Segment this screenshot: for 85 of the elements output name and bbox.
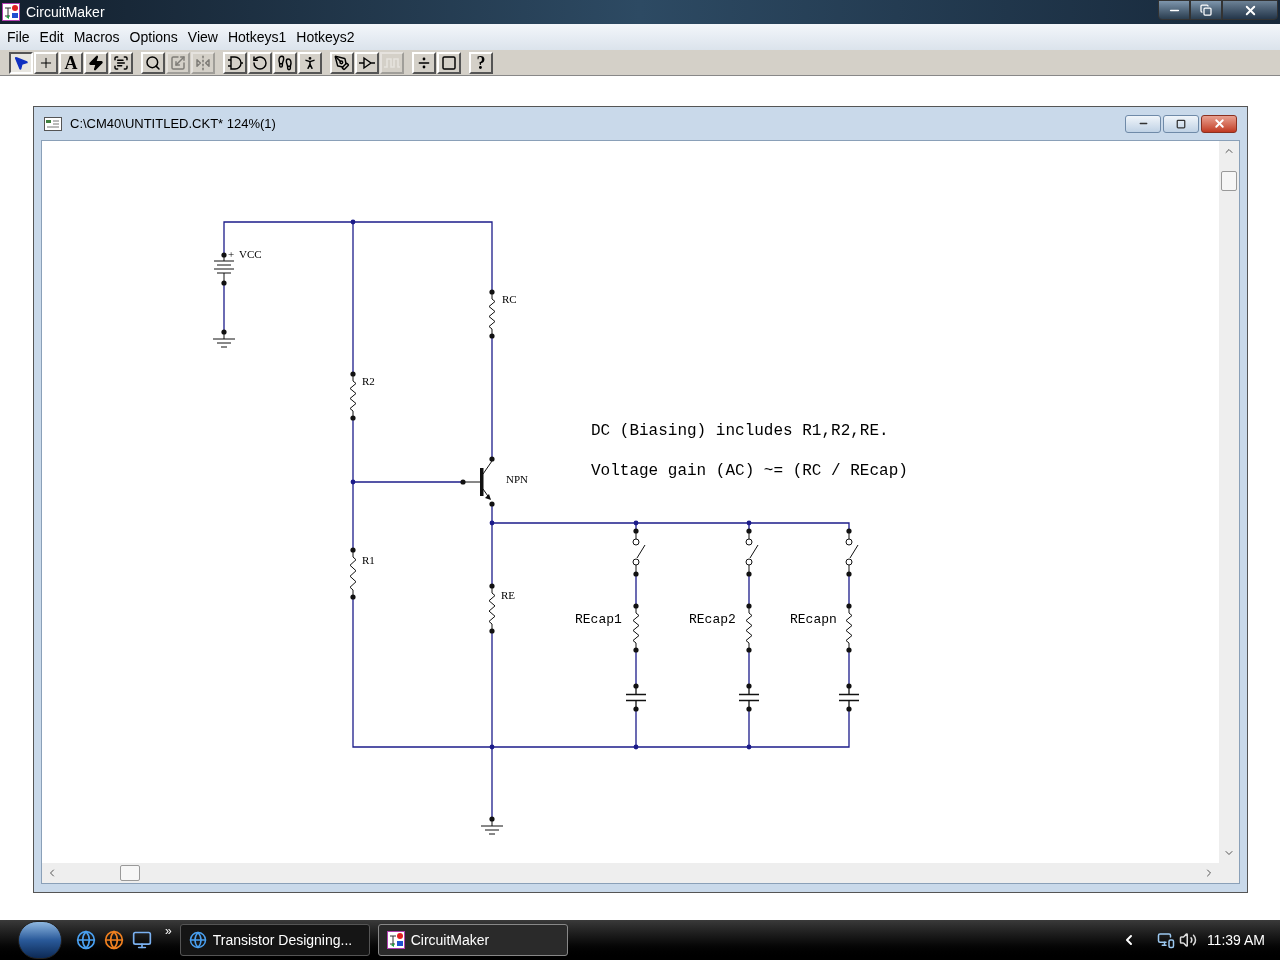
capacitor-symbol bbox=[625, 683, 647, 712]
maximize-button[interactable] bbox=[1190, 0, 1222, 20]
rotate-icon bbox=[252, 54, 268, 71]
overflow-chevron[interactable]: » bbox=[165, 922, 172, 940]
resistor-symbol bbox=[745, 603, 753, 653]
taskbar-button[interactable]: Transistor Designing... bbox=[179, 924, 370, 956]
junction-dot bbox=[350, 219, 356, 225]
component-label: NPN bbox=[506, 473, 528, 485]
menu-item[interactable]: Hotkeys2 bbox=[291, 26, 360, 48]
app-icon bbox=[2, 3, 20, 21]
scaling-icon bbox=[170, 54, 186, 71]
lightning-icon bbox=[88, 54, 104, 71]
note-text: DC (Biasing) includes R1,R2,RE. bbox=[591, 422, 889, 440]
component-label: RE bbox=[501, 589, 516, 601]
vertical-scrollbar[interactable] bbox=[1219, 141, 1239, 863]
volume-icon[interactable] bbox=[1178, 931, 1197, 949]
pointer-icon bbox=[13, 54, 29, 71]
search-icon bbox=[145, 54, 161, 71]
junction-dot bbox=[489, 744, 495, 750]
browser-icon[interactable] bbox=[76, 930, 96, 950]
close-button[interactable] bbox=[1222, 0, 1278, 20]
ground-symbol bbox=[480, 816, 504, 835]
buffer-icon bbox=[359, 54, 375, 71]
component-label: REcap2 bbox=[689, 612, 736, 627]
capacitor-symbol bbox=[838, 683, 860, 712]
capacitor-symbol bbox=[738, 683, 760, 712]
resistor-symbol bbox=[632, 603, 640, 653]
flip-icon bbox=[195, 54, 211, 71]
browser-icon bbox=[188, 931, 207, 949]
component-label: VCC bbox=[239, 248, 262, 260]
gate-icon bbox=[227, 54, 243, 71]
junction-dot bbox=[633, 520, 639, 526]
resistor-symbol bbox=[488, 289, 496, 339]
window-title: CircuitMaker bbox=[26, 2, 105, 22]
note-text: Voltage gain (AC) ~= (RC / REcap) bbox=[591, 462, 908, 480]
document-icon bbox=[44, 116, 62, 131]
menu-item[interactable]: Macros bbox=[68, 26, 125, 48]
footprints-icon bbox=[277, 54, 293, 71]
resistor-symbol bbox=[349, 547, 357, 600]
scroll-thumb[interactable] bbox=[1221, 171, 1237, 191]
pen-icon bbox=[334, 54, 350, 71]
clock[interactable]: 11:39 AM bbox=[1206, 929, 1265, 951]
transistor-symbol bbox=[460, 456, 495, 507]
battery-symbol bbox=[213, 252, 235, 286]
horizontal-scrollbar[interactable] bbox=[42, 863, 1219, 883]
start-button[interactable] bbox=[18, 921, 62, 959]
menu-item[interactable]: Edit bbox=[34, 26, 69, 48]
maximize-button[interactable] bbox=[1163, 114, 1199, 133]
close-icon bbox=[1212, 117, 1226, 130]
label-icon bbox=[113, 54, 129, 71]
toolbar-button[interactable]: A bbox=[59, 51, 83, 74]
menu-item[interactable]: View bbox=[182, 26, 223, 48]
minimize-button[interactable] bbox=[1158, 0, 1190, 20]
component-label: R1 bbox=[362, 554, 375, 566]
scroll-thumb[interactable] bbox=[120, 865, 140, 881]
menu-item[interactable]: Options bbox=[124, 26, 183, 48]
network-icon[interactable] bbox=[1156, 931, 1175, 949]
app-icon bbox=[386, 931, 405, 949]
maximize-icon bbox=[1176, 118, 1186, 129]
toolbar-button[interactable]: ? bbox=[469, 51, 493, 74]
junction-dot bbox=[489, 520, 495, 526]
junction-dot bbox=[746, 744, 752, 750]
desktop-icon[interactable] bbox=[132, 930, 152, 950]
resistor-symbol bbox=[488, 583, 496, 634]
component-label: REcapn bbox=[790, 612, 837, 627]
component-label: REcap1 bbox=[575, 612, 622, 627]
menu-item[interactable]: Hotkeys1 bbox=[222, 26, 292, 48]
document-title: C:\CM40\UNTITLED.CKT* 124%(1) bbox=[70, 114, 276, 133]
person-icon bbox=[302, 54, 318, 71]
junction-dot bbox=[746, 520, 752, 526]
ground-symbol bbox=[212, 329, 236, 348]
polarity-label: + bbox=[228, 248, 235, 260]
component-label: R2 bbox=[362, 375, 375, 387]
resistor-symbol bbox=[845, 603, 853, 653]
toolbar-button[interactable] bbox=[9, 51, 33, 74]
component-label: RC bbox=[502, 293, 517, 305]
taskbar-button[interactable]: CircuitMaker bbox=[377, 924, 568, 956]
menu-item[interactable]: File bbox=[2, 26, 35, 48]
junction-dot bbox=[633, 744, 639, 750]
junction-dot bbox=[350, 479, 356, 485]
browser-icon[interactable] bbox=[104, 930, 124, 950]
restore-icon bbox=[1200, 4, 1212, 16]
resistor-symbol bbox=[349, 371, 357, 421]
close-button[interactable] bbox=[1201, 114, 1237, 133]
square-icon bbox=[441, 54, 457, 71]
